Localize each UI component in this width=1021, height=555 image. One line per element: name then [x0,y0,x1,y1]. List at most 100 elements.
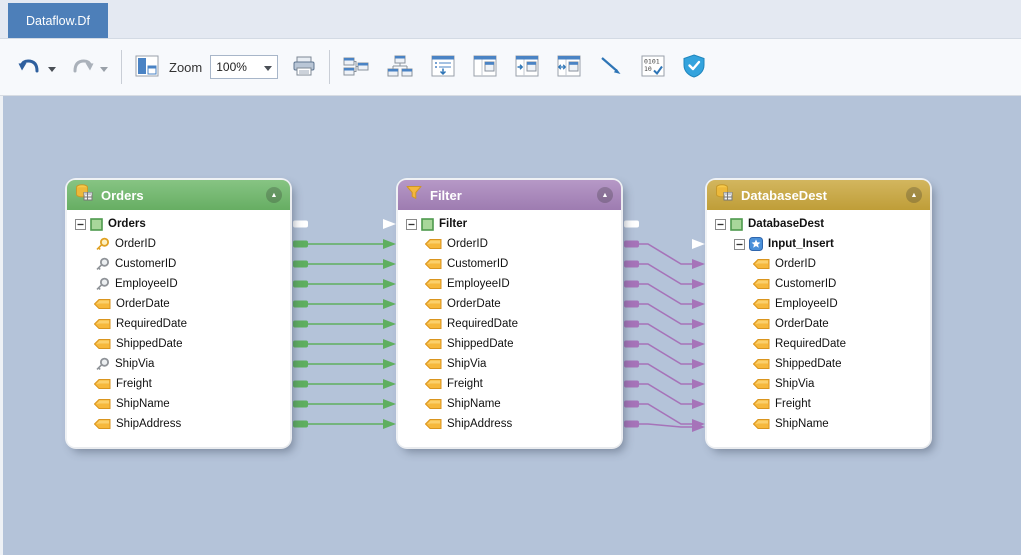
database-table-icon [715,184,733,206]
field-row[interactable]: ShipAddress [400,414,605,434]
collapse-nodes-button[interactable] [469,51,501,84]
database-table-icon [75,184,93,206]
field-row[interactable]: ShippedDate [400,334,605,354]
row-label: ShipAddress [447,418,512,430]
straight-link-button[interactable] [595,51,627,84]
show-all-ports-button[interactable] [553,51,585,84]
field-icon [425,298,442,310]
field-row[interactable]: OrderDate [400,294,605,314]
row-label: OrderDate [775,318,829,330]
node-header-filter[interactable]: Filter▲ [398,180,621,210]
field-row[interactable]: RequiredDate [69,314,274,334]
layout-vertical-button[interactable] [383,51,417,84]
layout-horizontal-icon [343,55,369,80]
collapse-node-button[interactable]: ▲ [597,187,613,203]
row-label: Freight [116,378,152,390]
field-row[interactable]: CustomerID [709,274,914,294]
row-label: RequiredDate [775,338,846,350]
field-icon [425,418,442,430]
input-node-icon [749,237,763,251]
redo-dropdown-button[interactable] [98,56,110,79]
field-row[interactable]: OrderID [69,234,274,254]
row-label: ShippedDate [775,358,842,370]
field-row[interactable]: ShipVia [69,354,274,374]
row-label: Orders [108,218,146,230]
field-row[interactable]: EmployeeID [69,274,274,294]
node-root-row[interactable]: Filter [400,214,605,234]
field-icon [94,398,111,410]
field-row[interactable]: EmployeeID [400,274,605,294]
field-row[interactable]: ShipName [709,414,914,434]
row-label: ShipName [447,398,501,410]
verify-flow-button[interactable] [679,50,709,85]
document-tab-bar: Dataflow.Df [0,0,1021,39]
field-row[interactable]: ShipAddress [69,414,274,434]
tab-dataflow[interactable]: Dataflow.Df [8,3,108,38]
field-row[interactable]: ShipName [69,394,274,414]
toolbar-separator [121,50,122,84]
field-row[interactable]: Freight [400,374,605,394]
undo-dropdown-button[interactable] [46,56,58,79]
field-row[interactable]: ShippedDate [709,354,914,374]
field-row[interactable]: ShipVia [400,354,605,374]
undo-button[interactable] [14,52,46,83]
tree-collapse-icon[interactable] [406,219,417,230]
zoom-select[interactable]: 100% [210,55,278,79]
field-row[interactable]: RequiredDate [400,314,605,334]
preview-data-button[interactable]: 010110 [637,51,669,84]
row-label: Filter [439,218,467,230]
page-setup-button[interactable] [131,51,163,84]
print-button[interactable] [288,51,320,84]
layout-horizontal-button[interactable] [339,51,373,84]
field-row[interactable]: ShipVia [709,374,914,394]
row-label: EmployeeID [115,278,178,290]
row-label: CustomerID [447,258,508,270]
field-icon [94,338,111,350]
field-row[interactable]: OrderID [709,254,914,274]
field-row[interactable]: OrderDate [709,314,914,334]
field-icon [753,338,770,350]
undo-icon [18,56,42,79]
dataset-icon [421,218,434,231]
dataset-icon [730,218,743,231]
field-row[interactable]: Input_Insert [709,234,914,254]
field-row[interactable]: CustomerID [400,254,605,274]
row-label: ShipVia [115,358,154,370]
field-icon [753,418,770,430]
field-row[interactable]: Freight [69,374,274,394]
tree-collapse-icon[interactable] [734,239,745,250]
row-label: RequiredDate [447,318,518,330]
show-input-ports-button[interactable] [511,51,543,84]
field-row[interactable]: EmployeeID [709,294,914,314]
field-icon [753,278,770,290]
row-label: OrderDate [116,298,170,310]
collapse-node-button[interactable]: ▲ [266,187,282,203]
field-row[interactable]: OrderID [400,234,605,254]
node-dest[interactable]: DatabaseDestInput_InsertOrderIDCustomerI… [707,180,930,447]
tree-collapse-icon[interactable] [75,219,86,230]
node-orders[interactable]: Orders OrderIDCustomerID EmployeeID OrderDa… [67,180,290,447]
field-row[interactable]: Freight [709,394,914,414]
field-row[interactable]: ShippedDate [69,334,274,354]
field-row[interactable]: CustomerID [69,254,274,274]
node-root-row[interactable]: Orders [69,214,274,234]
show-all-ports-icon [557,55,581,80]
node-filter[interactable]: Filter OrderID CustomerID EmployeeIDOrderDa… [398,180,621,447]
tree-collapse-icon[interactable] [715,219,726,230]
field-row[interactable]: ShipName [400,394,605,414]
row-label: Freight [447,378,483,390]
primary-key-icon [94,237,110,251]
field-row[interactable]: RequiredDate [709,334,914,354]
node-body: Orders OrderIDCustomerID EmployeeID OrderDa… [67,210,290,447]
row-label: ShipVia [447,358,486,370]
expand-all-button[interactable] [427,51,459,84]
redo-button[interactable] [66,52,98,83]
chevron-down-icon [264,60,272,74]
collapse-node-button[interactable]: ▲ [906,187,922,203]
node-header-dest[interactable]: DatabaseDest▲ [707,180,930,210]
field-row[interactable]: OrderDate [69,294,274,314]
row-label: ShippedDate [116,338,183,350]
row-label: ShipAddress [116,418,181,430]
node-header-orders[interactable]: Orders▲ [67,180,290,210]
node-root-row[interactable]: DatabaseDest [709,214,914,234]
